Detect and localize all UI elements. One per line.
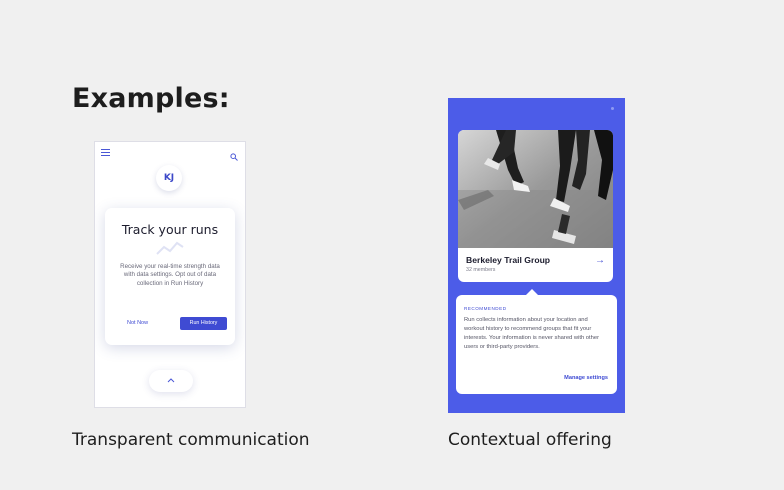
transparent-communication-phone: KJ Track your runs Receive your real-tim… <box>94 141 246 408</box>
card-title: Track your runs <box>121 222 219 237</box>
examples-heading: Examples: <box>72 83 230 114</box>
expand-button[interactable] <box>149 370 193 392</box>
group-card[interactable]: Berkeley Trail Group 32 members → <box>458 130 613 282</box>
search-icon[interactable] <box>230 148 238 161</box>
info-kicker: RECOMMENDED <box>464 306 507 311</box>
activity-chart-icon <box>156 241 184 255</box>
menu-icon[interactable] <box>101 149 110 156</box>
caption-transparent-communication: Transparent communication <box>72 430 310 450</box>
status-dot <box>611 107 614 110</box>
track-runs-card: Track your runs Receive your real-time s… <box>105 208 235 345</box>
recommendation-info-card: RECOMMENDED Run collects information abo… <box>456 295 617 394</box>
info-body: Run collects information about your loca… <box>464 317 600 350</box>
manage-settings-link[interactable]: Manage settings <box>564 375 608 381</box>
caption-contextual-offering: Contextual offering <box>448 430 612 450</box>
not-now-link[interactable]: Not Now <box>127 320 148 326</box>
card-body: Receive your real-time strength data wit… <box>120 263 220 287</box>
chevron-up-icon <box>167 378 175 383</box>
group-title: Berkeley Trail Group <box>466 255 551 265</box>
contextual-offering-phone: Berkeley Trail Group 32 members → RECOMM… <box>448 98 625 413</box>
avatar[interactable]: KJ <box>156 165 182 191</box>
runners-photo <box>458 130 613 248</box>
run-history-button[interactable]: Run History <box>180 317 227 330</box>
group-members: 32 members <box>466 267 496 273</box>
arrow-right-icon[interactable]: → <box>595 255 605 266</box>
